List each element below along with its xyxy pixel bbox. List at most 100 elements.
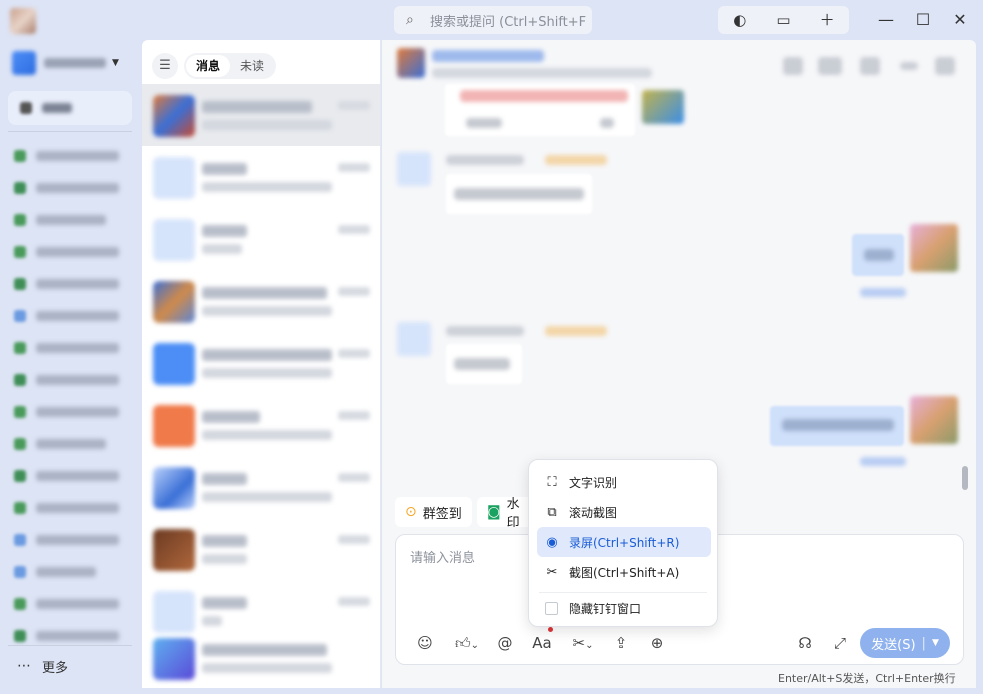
sidebar-item[interactable] (14, 341, 119, 355)
maximize-button[interactable]: ☐ (913, 10, 933, 30)
sidebar-item[interactable] (14, 629, 119, 643)
more-button[interactable]: ⋯ 更多 (17, 656, 68, 676)
expand-icon[interactable]: ⤢ (831, 633, 849, 653)
conversation-time (338, 597, 370, 606)
screenshot-menu: ⛶ 文字识别 ⧉ 滚动截图 ◉ 录屏(Ctrl+Shift+R) ✂ 截图(Ct… (528, 459, 718, 627)
sidebar-item[interactable] (14, 277, 119, 291)
quick-action-sign-in[interactable]: ⊙ 群签到 (395, 497, 472, 527)
message-text (454, 188, 584, 200)
conversation-item[interactable] (142, 394, 380, 456)
menu-item-scroll-capture[interactable]: ⧉ 滚动截图 (537, 497, 711, 527)
send-divider: | (921, 635, 926, 651)
my-avatar (910, 396, 958, 444)
conversation-preview (202, 368, 332, 378)
font-icon[interactable]: Aa (531, 633, 553, 653)
minimize-button[interactable]: — (876, 10, 896, 30)
menu-item-hide-window[interactable]: 隐藏钉钉窗口 (537, 593, 711, 623)
message-card-image[interactable] (642, 90, 684, 124)
chat-header-icon[interactable] (783, 57, 803, 75)
tab-unread[interactable]: 未读 (230, 55, 274, 77)
sidebar-item[interactable] (14, 309, 119, 323)
sidebar-item[interactable] (14, 405, 119, 419)
conversation-item[interactable] (142, 208, 380, 270)
thumbs-up-icon[interactable]: 👍︎⌄ (450, 633, 484, 653)
search-icon: ⌕ (406, 12, 414, 28)
monitor-icon[interactable]: ▭ (774, 11, 792, 29)
sidebar-item[interactable] (14, 373, 119, 387)
sidebar-item[interactable] (14, 597, 119, 611)
sidebar-item[interactable] (14, 437, 119, 451)
menu-item-ocr[interactable]: ⛶ 文字识别 (537, 467, 711, 497)
chat-header-icon[interactable] (818, 57, 842, 75)
conversation-time (338, 411, 370, 420)
menu-item-record[interactable]: ◉ 录屏(Ctrl+Shift+R) (537, 527, 711, 557)
org-switcher[interactable]: ▼ (12, 50, 132, 76)
chat-header-icon[interactable] (900, 62, 918, 70)
search-box[interactable]: ⌕ 搜索或提问 (Ctrl+Shift+F (394, 6, 592, 34)
message-card-banner (460, 90, 628, 102)
menu-item-screenshot[interactable]: ✂ 截图(Ctrl+Shift+A) (537, 557, 711, 587)
read-status (860, 288, 906, 297)
sender-tag (545, 155, 607, 165)
conversation-item[interactable] (142, 146, 380, 208)
more-icon: ⋯ (17, 658, 32, 674)
conversation-item[interactable] (142, 627, 380, 688)
tab-messages[interactable]: 消息 (186, 55, 231, 77)
sidebar-item[interactable] (14, 501, 119, 515)
menu-item-label: 文字识别 (569, 475, 618, 490)
titlebar-tools: ◐ ▭ ＋ (718, 6, 849, 34)
ai-assistant-icon[interactable]: ☊ (795, 633, 815, 653)
user-avatar[interactable] (10, 8, 36, 34)
chat-scrollbar[interactable] (962, 466, 968, 490)
sidebar-item[interactable] (14, 213, 119, 227)
send-button[interactable]: 发送(S) | ▼ (860, 628, 950, 658)
sidebar-item-active[interactable] (8, 91, 132, 125)
conversation-avatar (153, 467, 195, 509)
conversation-item[interactable] (142, 456, 380, 518)
sidebar-item[interactable] (14, 181, 119, 195)
new-badge (548, 627, 553, 632)
chat-header-icon[interactable] (935, 57, 955, 75)
upload-icon[interactable]: ⇪ (612, 633, 630, 653)
conversation-preview (202, 120, 332, 130)
chevron-down-icon: ▼ (112, 58, 119, 68)
message-text (782, 419, 894, 431)
scissors-icon[interactable]: ✂⌄ (566, 633, 600, 653)
conversation-item[interactable] (142, 84, 380, 146)
conversation-preview (202, 492, 332, 502)
hide-window-checkbox[interactable] (545, 601, 558, 615)
chat-title (432, 50, 544, 62)
read-status (860, 457, 906, 466)
sidebar-item[interactable] (14, 565, 119, 579)
menu-item-label: 滚动截图 (569, 505, 618, 520)
conversation-time (338, 535, 370, 544)
emoji-icon[interactable]: ☺ (416, 633, 434, 653)
conversation-preview (202, 554, 247, 564)
chat-avatar (397, 48, 425, 78)
conversation-avatar (153, 95, 195, 137)
filter-icon[interactable]: ☰ (152, 53, 178, 79)
sidebar-item[interactable] (14, 533, 119, 547)
plus-icon[interactable]: ＋ (818, 11, 836, 29)
sidebar-item[interactable] (14, 245, 119, 259)
search-placeholder: 搜索或提问 (Ctrl+Shift+F (430, 14, 587, 30)
message-text (864, 249, 894, 261)
conversation-title (202, 349, 332, 361)
sidebar-divider (8, 131, 132, 132)
sidebar-item[interactable] (14, 469, 119, 483)
message-text (454, 358, 510, 370)
close-button[interactable]: ✕ (950, 10, 970, 30)
conversation-item[interactable] (142, 518, 380, 580)
chat-header-icon[interactable] (860, 57, 880, 75)
sidebar-item-label (42, 103, 72, 113)
quick-action-label: 群签到 (422, 506, 462, 522)
chevron-down-icon[interactable]: ▼ (932, 638, 939, 648)
sidebar-item[interactable] (14, 149, 119, 163)
conversation-preview (202, 182, 332, 192)
conversation-item[interactable] (142, 270, 380, 332)
mention-icon[interactable]: @ (496, 633, 514, 653)
conversation-preview (202, 430, 332, 440)
moon-icon[interactable]: ◐ (731, 11, 749, 29)
plus-circle-icon[interactable]: ⊕ (648, 633, 666, 653)
conversation-item[interactable] (142, 332, 380, 394)
